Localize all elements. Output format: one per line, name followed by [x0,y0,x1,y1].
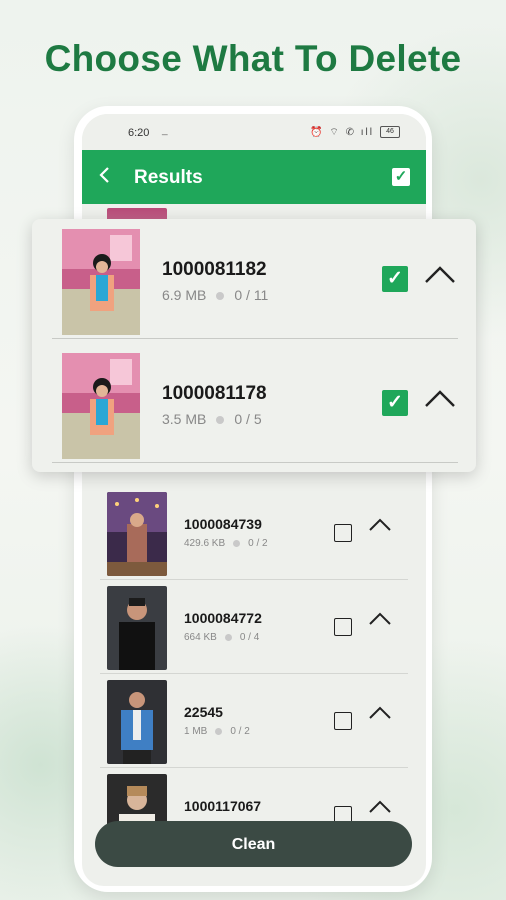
group-checkbox[interactable] [334,618,352,636]
status-indicator: _ [162,125,168,136]
divider [52,462,458,463]
group-name: 1000081182 [162,259,267,280]
group-meta: 664 KB 0 / 4 [184,632,259,643]
separator-dot [224,633,232,641]
group-checkbox-checked[interactable]: ✓ [382,390,408,416]
group-count: 0 / 4 [239,632,260,643]
group-name: 1000081178 [162,383,267,404]
group-checkbox[interactable] [334,712,352,730]
list-item[interactable]: 22545 1 MB 0 / 2 [100,676,408,768]
group-meta: 429.6 KB 0 / 2 [184,538,268,549]
thumbnail-image [107,492,167,576]
divider [100,673,408,674]
separator-dot [216,416,225,425]
separator-dot [215,727,223,735]
group-meta: 1 MB 0 / 2 [184,726,250,737]
select-all-checkbox[interactable]: ✓ [392,168,410,186]
group-size: 3.5 MB [162,411,207,427]
group-meta: 3.5 MB 0 / 5 [162,411,262,427]
group-size: 1 MB [184,726,208,737]
app-bar: Results ✓ [82,150,426,204]
group-count: 0 / 2 [248,538,268,549]
chevron-up-icon[interactable] [368,800,392,814]
separator-dot [233,539,241,547]
group-size: 429.6 KB [184,538,226,549]
divider [100,767,408,768]
group-size: 664 KB [184,632,217,643]
divider [100,579,408,580]
clean-button[interactable]: Clean [95,821,412,867]
divider [52,338,458,339]
back-arrow-icon[interactable] [98,164,112,190]
expanded-list-item[interactable]: 1000081178 3.5 MB 0 / 5 ✓ [52,343,458,463]
thumbnail-image [62,229,140,335]
status-time: 6:20 [128,127,150,139]
chevron-up-icon[interactable] [424,389,456,409]
group-count: 0 / 2 [230,726,250,737]
group-name: 22545 [184,704,223,720]
headline: Choose What To Delete [44,38,462,79]
group-count: 0 / 5 [234,411,262,427]
group-checkbox-checked[interactable]: ✓ [382,266,408,292]
group-name: 1000084739 [184,516,262,532]
group-count: 0 / 11 [234,287,269,303]
chevron-up-icon[interactable] [424,265,456,285]
expanded-groups-card: 1000081182 6.9 MB 0 / 11 ✓ 1000081178 3.5… [32,219,476,472]
list-item[interactable]: 1000084739 429.6 KB 0 / 2 [100,488,408,580]
page-title: Results [134,167,203,188]
group-name: 1000084772 [184,610,262,626]
chevron-up-icon[interactable] [368,518,392,532]
thumbnail-image [62,353,140,459]
separator-dot [216,292,225,301]
group-checkbox[interactable] [334,524,352,542]
chevron-up-icon[interactable] [368,706,392,720]
thumbnail-image [107,680,167,764]
group-name: 1000117067 [184,798,262,814]
battery-icon: 46 [380,126,400,138]
list-item[interactable]: 1000084772 664 KB 0 / 4 [100,582,408,674]
status-bar: 6:20 _ ⏰ ⌔ ✆ ıll 46 [82,114,426,150]
expanded-list-item[interactable]: 1000081182 6.9 MB 0 / 11 ✓ [52,219,458,339]
group-size: 6.9 MB [162,287,207,303]
chevron-up-icon[interactable] [368,612,392,626]
status-icons: ⏰ ⌔ ✆ ıll [310,127,374,138]
group-meta: 6.9 MB 0 / 11 [162,287,268,303]
thumbnail-image [107,586,167,670]
